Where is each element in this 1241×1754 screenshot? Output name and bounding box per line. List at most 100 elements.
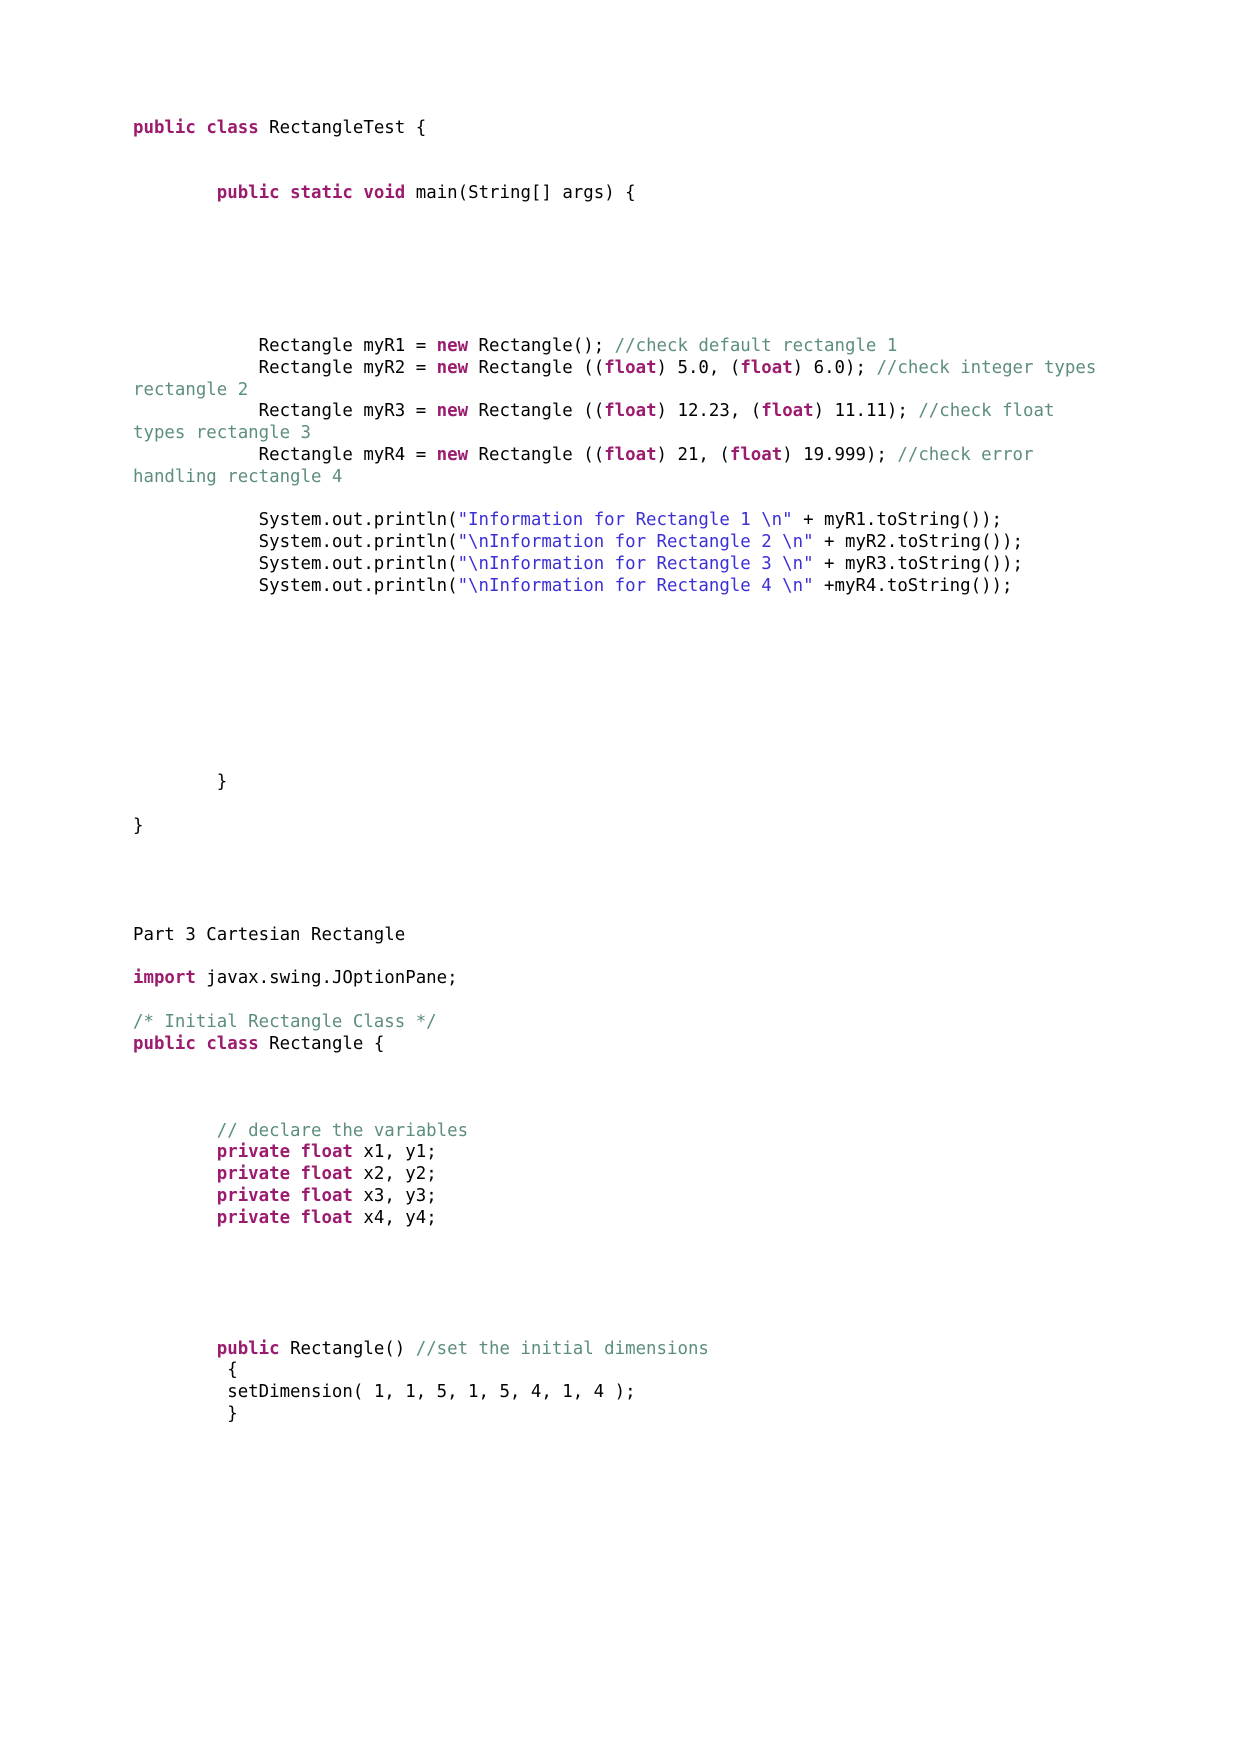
arg-text: ) 5.0, ( — [656, 357, 741, 378]
code-line-rect1: Rectangle myR1 = new Rectangle(); //chec… — [133, 336, 1113, 358]
println-call-text: System.out.println( — [258, 532, 458, 553]
code-line-constructor-open-brace: { — [133, 1360, 238, 1381]
field-names-text: x4, y4; — [352, 1207, 437, 1228]
code-line-field-x2: private float x2, y2; — [133, 1164, 1113, 1186]
field-names-text: x1, y1; — [352, 1142, 437, 1163]
keyword-class: class — [206, 1033, 259, 1054]
keyword-float: float — [300, 1164, 353, 1185]
code-line-declare-vars-comment: // declare the variables — [133, 1121, 1113, 1143]
code-line-println-4: System.out.println("\nInformation for Re… — [133, 576, 1113, 598]
arg-text: ) 19.999); — [782, 444, 898, 465]
code-line-class-decl: public class RectangleTest { — [133, 118, 1113, 140]
part-3-heading: Part 3 Cartesian Rectangle — [133, 924, 406, 945]
code-line-println-3: System.out.println("\nInformation for Re… — [133, 554, 1113, 576]
keyword-private: private — [216, 1207, 291, 1228]
keyword-float: float — [761, 401, 814, 422]
code-line-rect3: Rectangle myR3 = new Rectangle ((float) … — [133, 401, 1113, 445]
code-line-field-x3: private float x3, y3; — [133, 1186, 1113, 1208]
keyword-new: new — [436, 401, 469, 422]
ctor-text: Rectangle (( — [468, 401, 605, 422]
string-literal: "\nInformation for Rectangle 4 \n" — [457, 575, 814, 596]
document-page: public class RectangleTest { public stat… — [0, 0, 1241, 1754]
keyword-public: public — [133, 118, 196, 138]
main-signature-text: main(String[] args) { — [405, 183, 636, 204]
arg-text: ) 12.23, ( — [656, 401, 762, 422]
keyword-float: float — [300, 1207, 353, 1228]
decl-text: Rectangle myR2 = — [258, 357, 437, 378]
code-line-rectangle-class-decl: public class Rectangle { — [133, 1034, 1113, 1056]
keyword-private: private — [216, 1164, 291, 1185]
keyword-public: public — [216, 1338, 280, 1359]
code-line-set-dimension-call: setDimension( 1, 1, 5, 1, 5, 4, 1, 4 ); — [133, 1382, 636, 1403]
keyword-public: public — [133, 1033, 196, 1054]
code-line-field-x4: private float x4, y4; — [133, 1208, 1113, 1230]
code-line-import: import javax.swing.JOptionPane; — [133, 968, 1113, 990]
document-content: public class RectangleTest { public stat… — [133, 118, 1113, 1426]
keyword-float: float — [604, 357, 657, 378]
println-suffix-text: +myR4.toString()); — [813, 575, 1013, 596]
class-name-text: RectangleTest { — [258, 118, 427, 138]
block-comment: /* Initial Rectangle Class */ — [133, 1011, 437, 1032]
keyword-float: float — [300, 1142, 353, 1163]
code-line-rect2: Rectangle myR2 = new Rectangle ((float) … — [133, 358, 1113, 402]
keyword-static: static — [290, 183, 353, 204]
arg-text: ) 21, ( — [656, 444, 730, 465]
keyword-public: public — [216, 183, 280, 204]
class-name-text: Rectangle { — [258, 1033, 385, 1054]
code-line-field-x1: private float x1, y1; — [133, 1142, 1113, 1164]
code-line-constructor-close-brace: } — [133, 1404, 238, 1425]
decl-text: Rectangle myR4 = — [258, 444, 437, 465]
println-call-text: System.out.println( — [258, 575, 458, 596]
code-line-constructor: public Rectangle() //set the initial dim… — [133, 1339, 1113, 1361]
keyword-float: float — [604, 444, 657, 465]
keyword-private: private — [216, 1186, 291, 1207]
inline-comment: //set the initial dimensions — [415, 1338, 709, 1359]
code-line-close-class: } — [133, 815, 144, 836]
println-call-text: System.out.println( — [258, 553, 458, 574]
keyword-void: void — [363, 183, 406, 204]
keyword-float: float — [604, 401, 657, 422]
ctor-text: Rectangle(); — [468, 335, 615, 356]
ctor-text: Rectangle (( — [468, 357, 605, 378]
keyword-new: new — [436, 444, 469, 465]
keyword-private: private — [216, 1142, 291, 1163]
keyword-float: float — [300, 1186, 353, 1207]
import-path-text: javax.swing.JOptionPane; — [195, 968, 458, 989]
println-call-text: System.out.println( — [258, 510, 458, 531]
code-line-initial-class-comment: /* Initial Rectangle Class */ — [133, 1012, 1113, 1034]
ctor-text: Rectangle (( — [468, 444, 605, 465]
string-literal: "Information for Rectangle 1 \n" — [457, 510, 793, 531]
field-names-text: x3, y3; — [352, 1186, 437, 1207]
code-line-println-1: System.out.println("Information for Rect… — [133, 510, 1113, 532]
keyword-new: new — [436, 357, 469, 378]
keyword-float: float — [740, 357, 793, 378]
